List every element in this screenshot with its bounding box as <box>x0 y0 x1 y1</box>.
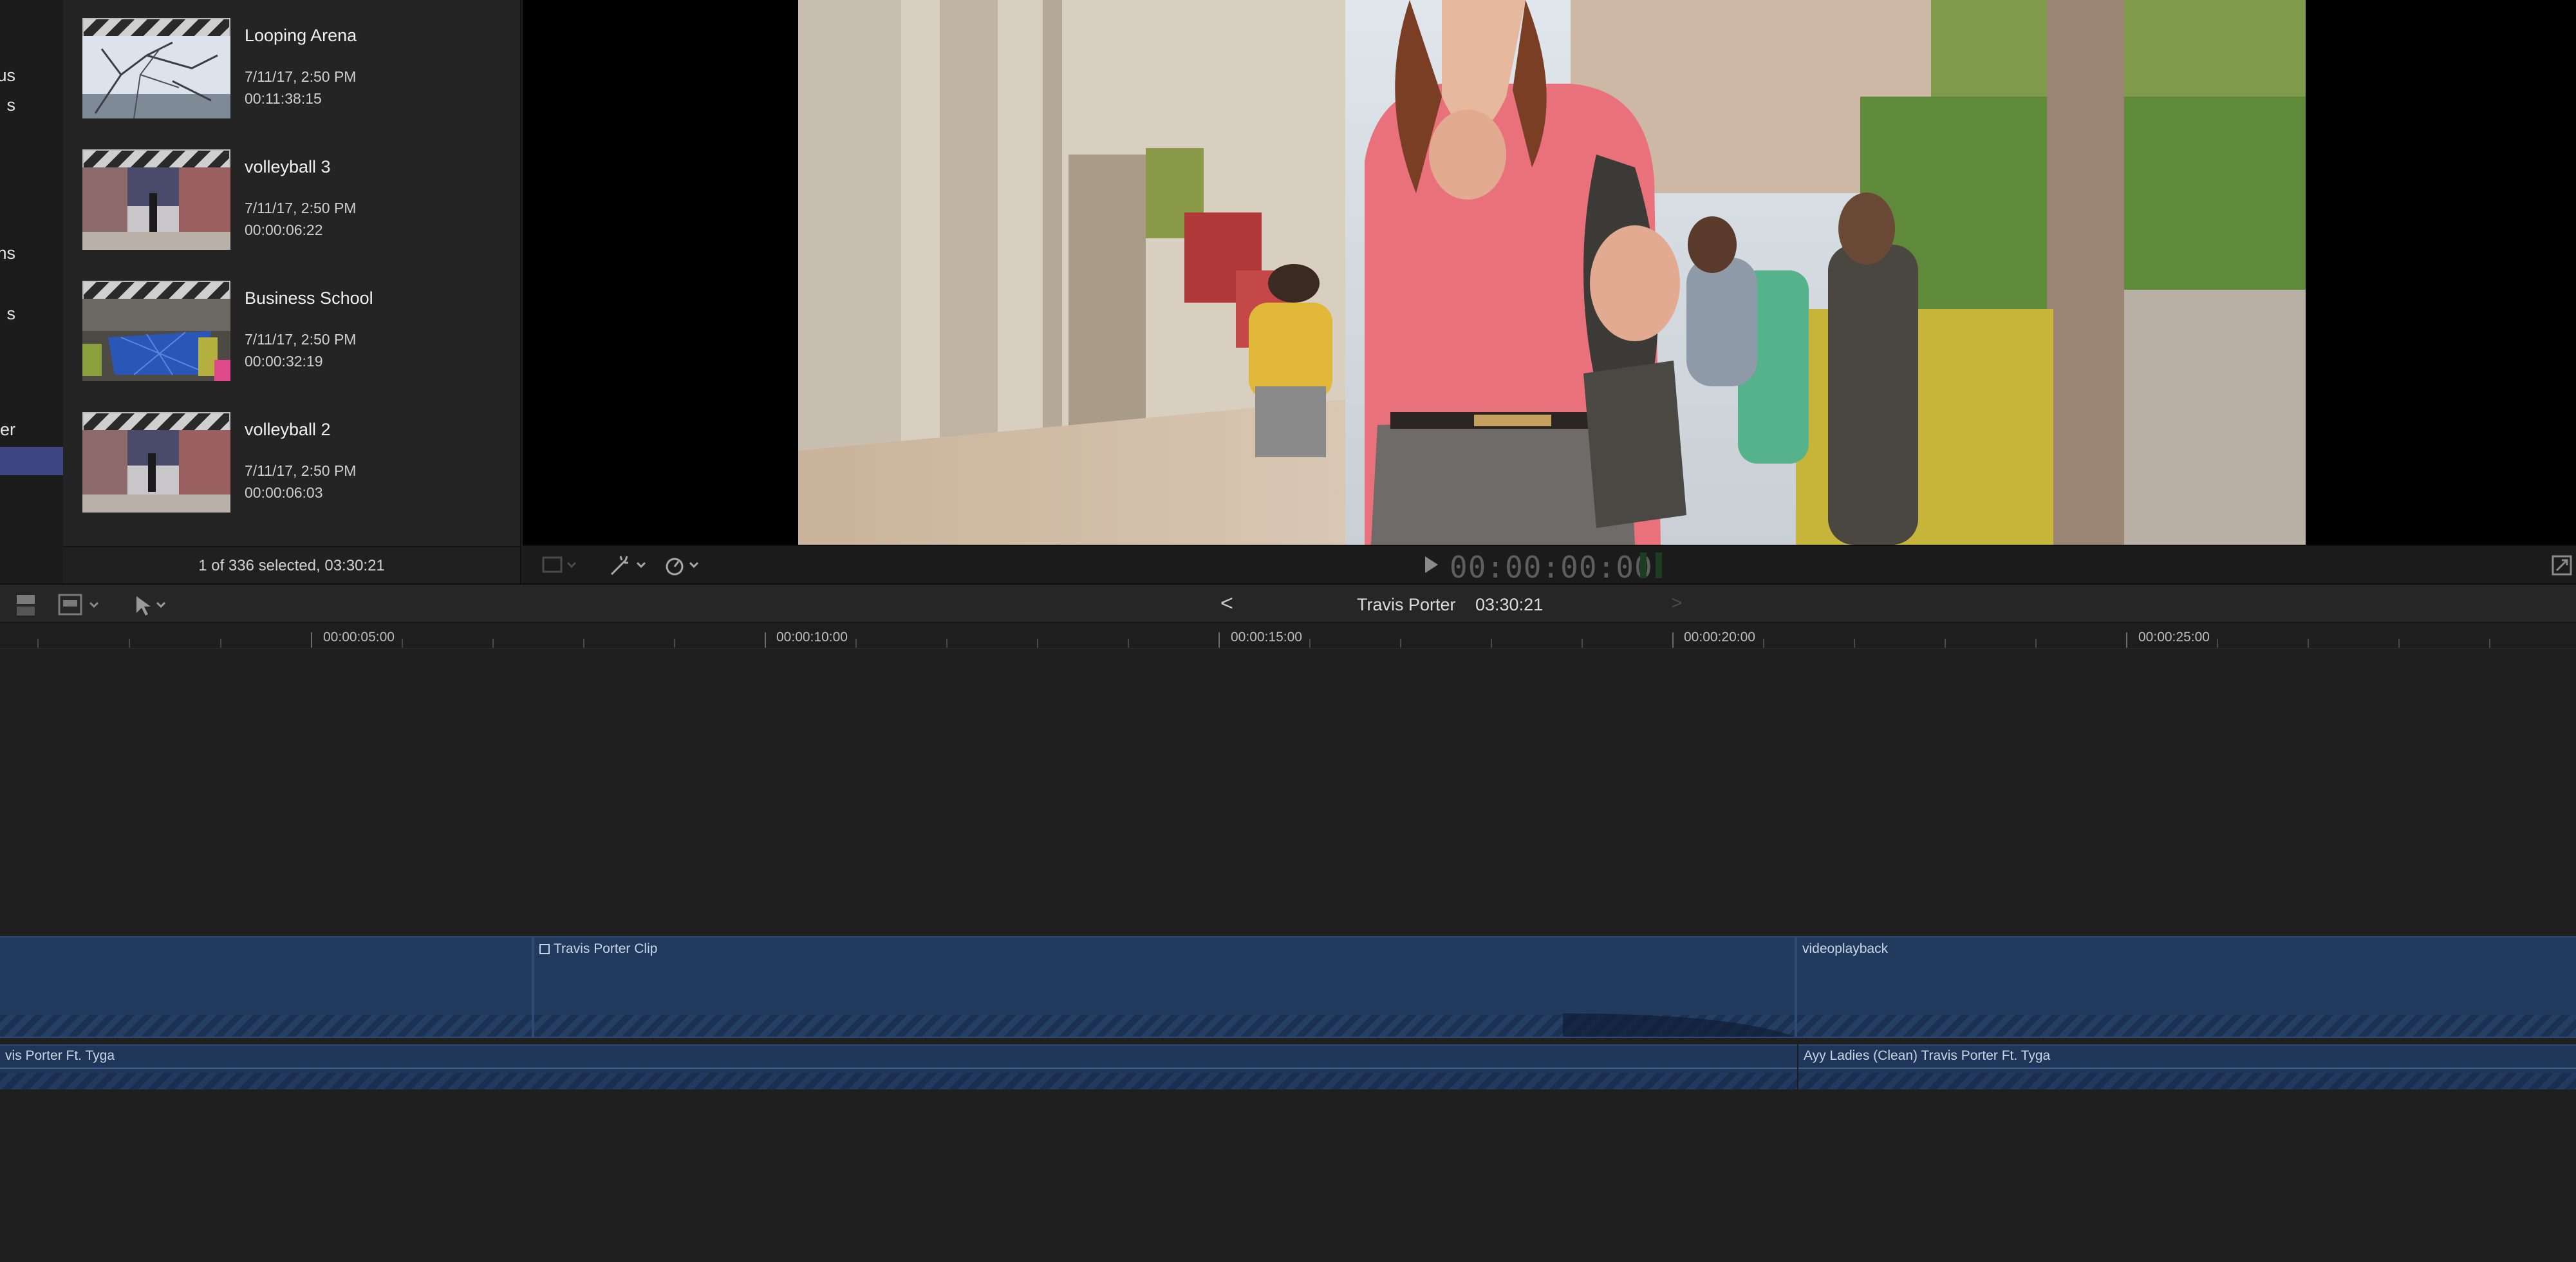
viewer-frame[interactable] <box>798 0 2306 545</box>
viewer-timecode: 00:00:00:00 <box>1450 550 1653 585</box>
library-item[interactable]: us <box>0 66 15 86</box>
viewer-toolbar: 00:00:00:00 <box>523 545 2576 585</box>
video-clip[interactable]: Travis Porter Clip <box>533 936 1796 1038</box>
library-item[interactable]: s <box>7 304 16 324</box>
ruler-label: 00:00:15:00 <box>1231 630 1302 645</box>
audio-clip-label: vis Porter Ft. Tyga <box>5 1048 115 1063</box>
library-item[interactable]: er <box>0 420 15 440</box>
ruler-tick <box>765 632 766 648</box>
clip-thumbnail <box>82 299 230 381</box>
timeline-toolbar: < Travis Porter 03:30:21 > <box>0 583 2576 623</box>
timeline-project-title: Travis Porter <box>1357 595 1456 614</box>
audio-meter <box>1656 552 1662 578</box>
ruler-tick <box>2126 632 2127 648</box>
audio-clip-label: Ayy Ladies (Clean) Travis Porter Ft. Tyg… <box>1804 1048 2051 1063</box>
select-arrow-icon[interactable] <box>133 592 171 618</box>
audio-meter <box>1640 552 1647 578</box>
clip-duration: 00:11:38:15 <box>245 90 322 107</box>
video-clip[interactable]: videoplayback <box>1796 936 2576 1038</box>
ruler-label: 00:00:25:00 <box>2138 630 2210 645</box>
library-item[interactable]: s <box>7 95 16 115</box>
clip-date: 7/11/17, 2:50 PM <box>245 200 357 216</box>
clip-thumbnail <box>82 36 230 118</box>
browser-clip[interactable]: Business School 7/11/17, 2:50 PM 00:00:3… <box>82 281 520 403</box>
ruler-tick <box>1672 632 1674 648</box>
video-clip-label: videoplayback <box>1802 941 1889 956</box>
audio-clip[interactable]: vis Porter Ft. Tyga <box>0 1044 1797 1089</box>
clapper-strip-icon <box>82 18 230 37</box>
play-icon[interactable] <box>1425 556 1438 573</box>
view-options-icon[interactable] <box>542 554 581 577</box>
audio-clip[interactable]: Ayy Ladies (Clean) Travis Porter Ft. Tyg… <box>1798 1044 2576 1089</box>
clip-name: volleyball 3 <box>245 157 331 176</box>
timeline-tracks[interactable]: Travis Porter Clip videoplayback vis Por… <box>0 649 2576 1262</box>
ruler-label: 00:00:20:00 <box>1684 630 1755 645</box>
clapper-strip-icon <box>82 412 230 431</box>
viewer[interactable] <box>523 0 2576 545</box>
retime-speedometer-icon[interactable] <box>664 554 707 577</box>
clip-date: 7/11/17, 2:50 PM <box>245 68 357 85</box>
clip-thumbnail <box>82 167 230 250</box>
clip-date: 7/11/17, 2:50 PM <box>245 462 357 479</box>
media-browser: Looping Arena 7/11/17, 2:50 PM 00:11:38:… <box>63 0 521 583</box>
timeline-back-button[interactable]: < <box>1220 591 1233 616</box>
append-clip-icon[interactable] <box>0 592 41 618</box>
video-clip-label: Travis Porter Clip <box>539 941 657 957</box>
ruler-label: 00:00:10:00 <box>776 630 848 645</box>
video-clip[interactable] <box>0 936 533 1038</box>
ruler-label: 00:00:05:00 <box>323 630 395 645</box>
magic-wand-icon[interactable] <box>609 554 651 577</box>
clip-duration: 00:00:06:03 <box>245 484 323 501</box>
library-item-selected[interactable] <box>0 447 63 475</box>
clip-duration: 00:00:32:19 <box>245 353 323 370</box>
timeline-forward-button[interactable]: > <box>1671 592 1683 614</box>
clip-name: Looping Arena <box>245 26 357 45</box>
browser-selection-status: 1 of 336 selected, 03:30:21 <box>63 546 520 583</box>
clip-name: Business School <box>245 288 373 308</box>
ruler-tick <box>311 632 312 648</box>
clip-date: 7/11/17, 2:50 PM <box>245 331 357 348</box>
fullscreen-icon[interactable] <box>2550 554 2573 577</box>
browser-clip[interactable]: volleyball 2 7/11/17, 2:50 PM 00:00:06:0… <box>82 412 520 534</box>
clapper-strip-icon <box>82 149 230 169</box>
browser-clip[interactable]: Looping Arena 7/11/17, 2:50 PM 00:11:38:… <box>82 18 520 140</box>
clip-thumbnail <box>82 430 230 513</box>
ruler-tick <box>1218 632 1220 648</box>
timeline-ruler[interactable]: 00:00:05:00 00:00:10:00 00:00:15:00 00:0… <box>0 623 2576 649</box>
overwrite-clip-icon[interactable] <box>57 592 106 618</box>
clip-duration: 00:00:06:22 <box>245 221 323 238</box>
library-sidebar: us s ns s er <box>0 0 63 583</box>
clip-name: volleyball 2 <box>245 420 331 439</box>
library-item[interactable]: ns <box>0 243 15 263</box>
timeline-project-duration: 03:30:21 <box>1475 595 1544 614</box>
compound-clip-icon <box>539 944 550 954</box>
browser-clip[interactable]: volleyball 3 7/11/17, 2:50 PM 00:00:06:2… <box>82 149 520 272</box>
clapper-strip-icon <box>82 281 230 300</box>
